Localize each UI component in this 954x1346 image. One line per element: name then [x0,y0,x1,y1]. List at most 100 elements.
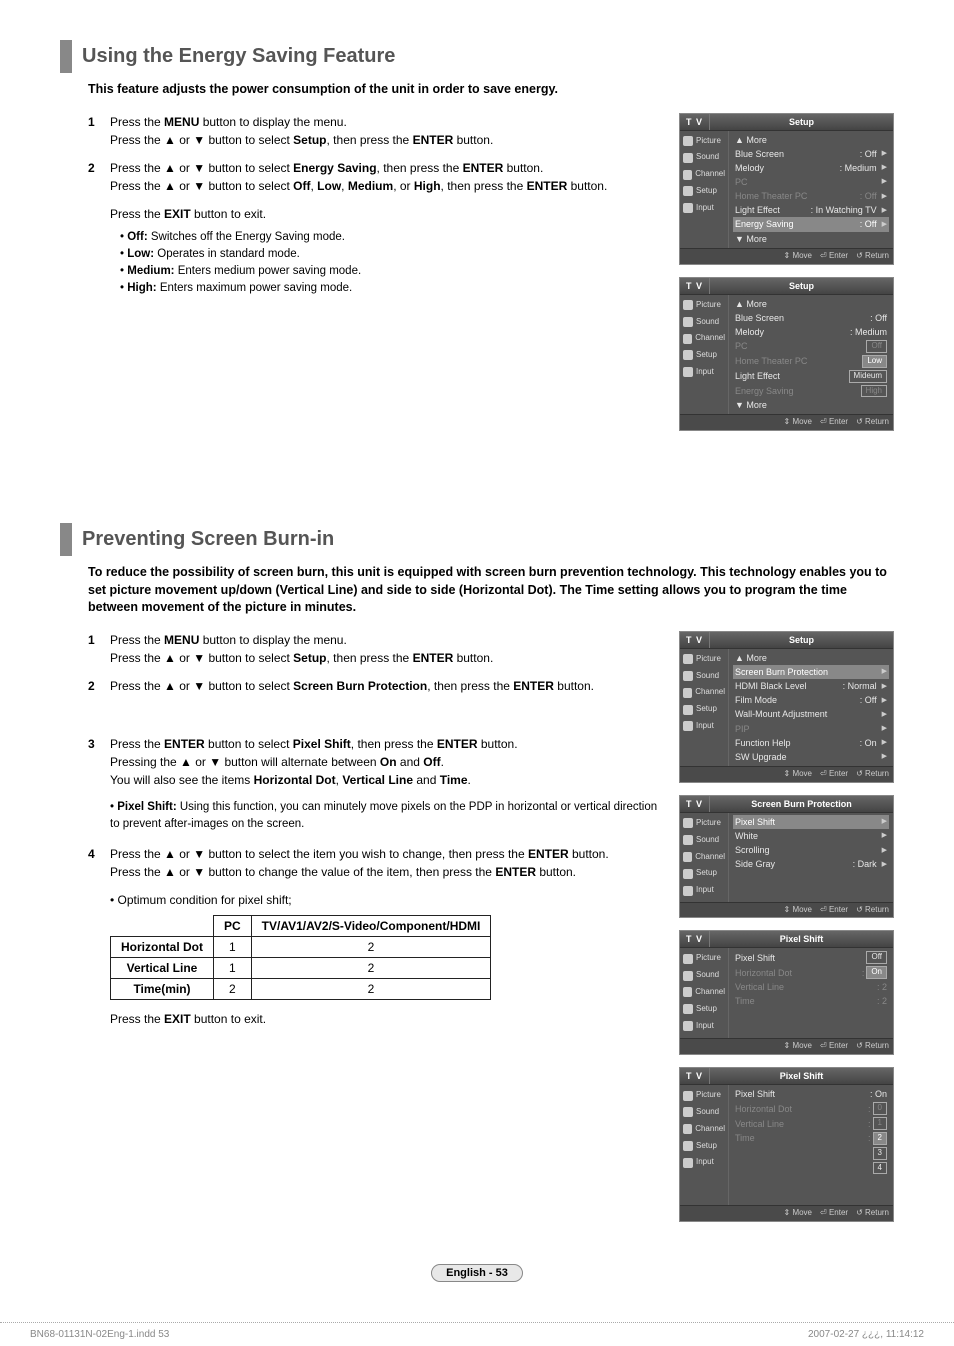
table-cell: 1 [214,958,252,979]
bullet-item: • Medium: Enters medium power saving mod… [120,263,659,280]
osd-sidebar: PictureSoundChannelSetupInput [680,649,729,766]
table-cell: 2 [251,958,491,979]
menu-icon [683,1091,693,1101]
osd-sidebar: PictureSoundChannelSetupInput [680,1085,729,1205]
menu-icon [683,721,693,731]
osd-row: Pixel Shift Off [733,950,889,965]
osd-title: Setup [709,632,893,648]
menu-icon [683,818,693,828]
menu-icon [683,987,692,997]
osd-row: Pixel Shift [733,815,889,829]
osd-row: Side Gray: Dark [733,857,889,871]
table-cell: 2 [251,937,491,958]
section1-exit-note: Press the EXIT button to exit. [110,205,659,223]
step-item: 2Press the ▲ or ▼ button to select Energ… [88,159,659,195]
section1-bullets: • Off: Switches off the Energy Saving mo… [120,229,659,298]
menu-icon [683,153,693,163]
table-cell: Time(min) [111,979,214,1000]
table-cell: 2 [214,979,252,1000]
osd-tv-label: T V [680,632,709,648]
osd-side-item: Channel [680,684,728,701]
osd-side-item: Setup [680,347,728,364]
osd-side-item: Channel [680,849,728,866]
menu-icon [683,1124,692,1134]
menu-icon [683,170,692,180]
menu-icon [683,971,693,981]
menu-icon [683,688,692,698]
menu-icon [683,203,693,213]
osd-row: Home Theater PC Low [733,354,889,369]
osd-title: Setup [709,278,893,294]
osd-row: Screen Burn Protection [733,665,889,679]
osd-row: ▲ More [733,651,889,665]
osd-row: Melody: Medium [733,325,889,339]
menu-icon [683,1158,693,1168]
section1-title: Using the Energy Saving Feature [60,40,894,73]
osd-row: Pixel Shift: On [733,1087,889,1101]
osd-tv-label: T V [680,931,709,947]
osd-side-item: Setup [680,1138,728,1155]
osd-tv-label: T V [680,796,709,812]
osd-row: Melody: Medium [733,161,889,175]
osd-side-item: Sound [680,1104,728,1121]
menu-icon [683,350,693,360]
osd-row: Scrolling [733,843,889,857]
osd-sidebar: PictureSoundChannelSetupInput [680,131,729,248]
osd-side-item: Input [680,1018,728,1035]
pixel-shift-table: PCTV/AV1/AV2/S-Video/Component/HDMIHoriz… [110,915,491,1000]
osd-side-item: Input [680,364,728,381]
osd-row: Vertical Line: 1 [733,1116,889,1131]
osd-side-item: Picture [680,1087,728,1104]
menu-icon [683,654,693,664]
osd-setup-energy-options: T VSetupPictureSoundChannelSetupInput▲ M… [679,277,894,432]
osd-side-item: Picture [680,950,728,967]
menu-icon [683,671,693,681]
menu-icon [683,317,693,327]
osd-side-item: Sound [680,314,728,331]
table-header [111,916,214,937]
osd-row: Energy Saving High [733,384,889,399]
optimum-note: • Optimum condition for pixel shift; [110,891,659,909]
osd-row: PC Off [733,339,889,354]
bullet-item: • High: Enters maximum power saving mode… [120,280,659,297]
menu-icon [683,1107,693,1117]
osd-side-item: Channel [680,984,728,1001]
menu-icon [683,705,693,715]
osd-side-item: Input [680,200,728,217]
osd-row: PC [733,175,889,189]
osd-side-item: Channel [680,330,728,347]
section1-steps: 1Press the MENU button to display the me… [88,113,659,195]
osd-row: HDMI Black Level: Normal [733,679,889,693]
doc-footer-left: BN68-01131N-02Eng-1.indd 53 [30,1329,169,1340]
osd-footer: ⇕ Move⏎ Enter↺ Return [680,1205,893,1221]
osd-footer: ⇕ Move⏎ Enter↺ Return [680,1038,893,1054]
table-cell: 2 [251,979,491,1000]
osd-side-item: Input [680,882,728,899]
osd-row: 4 [733,1161,889,1176]
osd-row: Film Mode: Off [733,693,889,707]
osd-side-item: Setup [680,1001,728,1018]
osd-row: Blue Screen: Off [733,147,889,161]
osd-tv-label: T V [680,114,709,130]
osd-row: Energy Saving: Off [733,217,889,231]
page-number-pill: English - 53 [431,1264,523,1282]
section2-steps-a: 1Press the MENU button to display the me… [88,631,659,695]
osd-footer: ⇕ Move⏎ Enter↺ Return [680,902,893,918]
section2-steps-b: 3Press the ENTER button to select Pixel … [88,735,659,789]
step-item: 2Press the ▲ or ▼ button to select Scree… [88,677,659,695]
osd-title: Screen Burn Protection [709,796,893,812]
osd-sidebar: PictureSoundChannelSetupInput [680,295,729,415]
osd-row: ▼ More [733,398,889,412]
osd-row: Horizontal Dot: 0 [733,1101,889,1116]
menu-icon [683,367,693,377]
osd-pixel-shift-values: T VPixel ShiftPictureSoundChannelSetupIn… [679,1067,894,1222]
menu-icon [683,1004,693,1014]
table-header: TV/AV1/AV2/S-Video/Component/HDMI [251,916,491,937]
osd-sbp-menu: T VScreen Burn ProtectionPictureSoundCha… [679,795,894,919]
osd-sidebar: PictureSoundChannelSetupInput [680,813,729,902]
osd-row: ▲ More [733,297,889,311]
table-header: PC [214,916,252,937]
osd-row: ▲ More [733,133,889,147]
menu-icon [683,300,693,310]
menu-icon [683,1021,693,1031]
